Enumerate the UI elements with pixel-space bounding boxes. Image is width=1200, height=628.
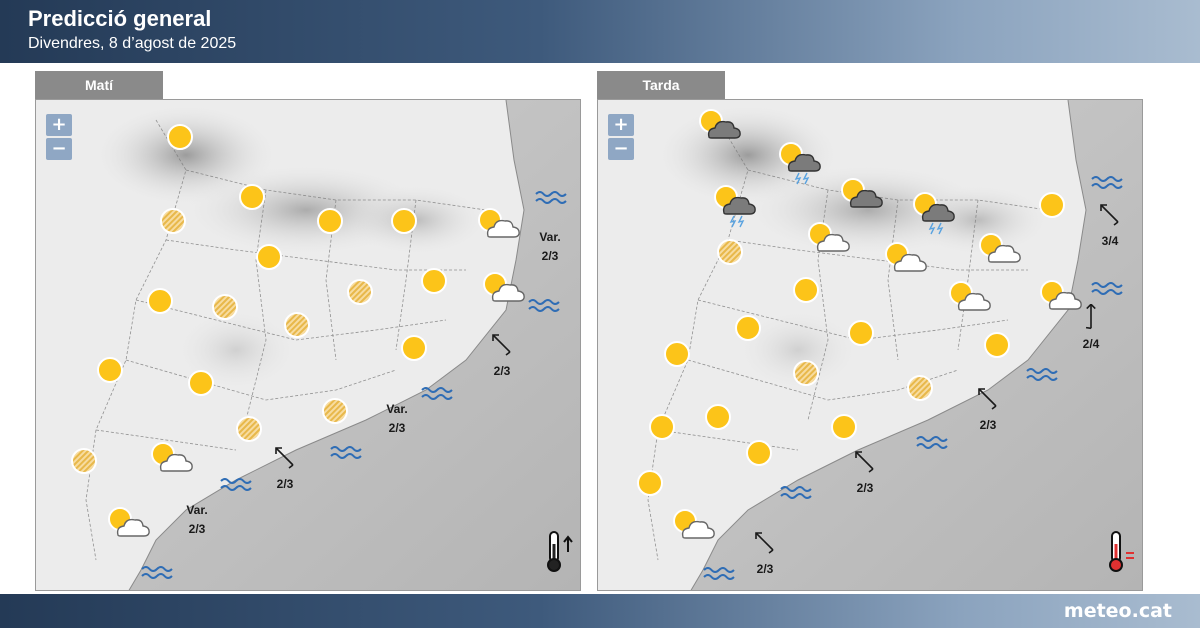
haze-icon[interactable] [320, 396, 350, 431]
partly-cloudy-icon[interactable] [476, 208, 522, 247]
sea-waves-icon [421, 385, 453, 406]
partly-cloudy-icon[interactable] [671, 509, 717, 548]
sea-waves-icon [703, 565, 735, 586]
zoom-out-button[interactable]: − [46, 138, 72, 160]
rain-storm-icon[interactable] [911, 192, 957, 241]
wind-speed-label: 2/3 [188, 522, 206, 536]
wind-direction-label: Var. [539, 230, 561, 244]
wind-direction-label: Var. [386, 402, 408, 416]
page-title: Predicció general [28, 6, 212, 31]
sun-icon[interactable] [237, 182, 267, 217]
zoom-in-button[interactable]: + [46, 114, 72, 136]
wind-arrow-icon [489, 331, 515, 362]
sun-icon[interactable] [744, 438, 774, 473]
sea-waves-icon [535, 189, 567, 210]
partly-cloudy-icon[interactable] [947, 281, 993, 320]
zoom-out-button[interactable]: − [608, 138, 634, 160]
sun-icon[interactable] [95, 355, 125, 390]
forecast-panel-afternoon: Tarda + − 3/4 2/4 2/3 2/3 2/3 [597, 71, 1143, 591]
partly-cloudy-icon[interactable] [106, 507, 152, 546]
sun-icon[interactable] [982, 330, 1012, 365]
sea-waves-icon [141, 564, 173, 585]
sun-icon[interactable] [186, 368, 216, 403]
wind-speed-label: 3/4 [1101, 234, 1119, 248]
wind-arrow-icon [1097, 201, 1123, 232]
rain-storm-icon[interactable] [777, 142, 823, 191]
sea-waves-icon [780, 484, 812, 505]
sun-icon[interactable] [419, 266, 449, 301]
wind-speed-label: 2/3 [756, 562, 774, 576]
wind-speed-label: 2/4 [1082, 337, 1100, 351]
wind-arrow-icon [752, 529, 778, 560]
wind-arrow-icon [1078, 303, 1104, 335]
page-subtitle: Divendres, 8 d’agost de 2025 [28, 35, 237, 52]
wind-speed-label: 2/3 [979, 418, 997, 432]
sea-waves-icon [1026, 366, 1058, 387]
wind-speed-label: 2/3 [493, 364, 511, 378]
map-morning[interactable]: + − Var. 2/3 Var. 2/3 Var. 2/3 2/3 2/3 [35, 99, 581, 591]
partly-cloudy-icon[interactable] [977, 233, 1023, 272]
haze-icon[interactable] [69, 446, 99, 481]
haze-icon[interactable] [210, 292, 240, 327]
sea-waves-icon [916, 434, 948, 455]
sun-icon[interactable] [145, 286, 175, 321]
wind-direction-label: Var. [186, 503, 208, 517]
sun-icon[interactable] [1037, 190, 1067, 225]
sea-waves-icon [1091, 280, 1123, 301]
partly-cloudy-icon[interactable] [883, 242, 929, 281]
sun-icon[interactable] [399, 333, 429, 368]
wind-speed-label: 2/3 [388, 421, 406, 435]
partly-cloudy-icon[interactable] [806, 222, 852, 261]
sea-waves-icon [220, 476, 252, 497]
sea-waves-icon [330, 444, 362, 465]
wind-speed-label: 2/3 [541, 249, 559, 263]
brand-logo[interactable]: meteo.cat [1064, 600, 1172, 622]
temperature-trend-icon [1106, 530, 1138, 579]
sun-icon[interactable] [733, 313, 763, 348]
sun-icon[interactable] [165, 122, 195, 157]
sun-icon[interactable] [389, 206, 419, 241]
zoom-controls: + − [608, 114, 634, 162]
rain-storm-icon[interactable] [712, 185, 758, 234]
sun-icon[interactable] [315, 206, 345, 241]
sun-icon[interactable] [254, 242, 284, 277]
zoom-in-button[interactable]: + [608, 114, 634, 136]
haze-icon[interactable] [905, 373, 935, 408]
wind-arrow-icon [272, 444, 298, 475]
haze-icon[interactable] [345, 277, 375, 312]
sun-icon[interactable] [635, 468, 665, 503]
sun-icon[interactable] [846, 318, 876, 353]
haze-icon[interactable] [715, 237, 745, 272]
sun-icon[interactable] [829, 412, 859, 447]
haze-icon[interactable] [791, 358, 821, 393]
sun-icon[interactable] [703, 402, 733, 437]
sea-waves-icon [528, 297, 560, 318]
wind-speed-label: 2/3 [856, 481, 874, 495]
sun-icon[interactable] [662, 339, 692, 374]
tab-morning[interactable]: Matí [35, 71, 163, 99]
sun-icon[interactable] [791, 275, 821, 310]
cloudy-icon[interactable] [697, 109, 743, 148]
header-banner: Predicció general Divendres, 8 d’agost d… [0, 0, 1200, 63]
haze-icon[interactable] [234, 414, 264, 449]
partly-cloudy-icon[interactable] [149, 442, 195, 481]
tab-afternoon[interactable]: Tarda [597, 71, 725, 99]
map-afternoon[interactable]: + − 3/4 2/4 2/3 2/3 2/3 [597, 99, 1143, 591]
haze-icon[interactable] [282, 310, 312, 345]
haze-icon[interactable] [158, 206, 188, 241]
cloudy-icon[interactable] [839, 178, 885, 217]
sun-icon[interactable] [647, 412, 677, 447]
forecast-panel-morning: Matí + − Var. 2/3 Var. 2/3 Var. 2/3 2/3 … [35, 71, 581, 591]
footer-banner: meteo.cat [0, 594, 1200, 628]
zoom-controls: + − [46, 114, 72, 162]
wind-arrow-icon [852, 448, 878, 479]
wind-arrow-icon [975, 385, 1001, 416]
partly-cloudy-icon[interactable] [481, 272, 527, 311]
wind-speed-label: 2/3 [276, 477, 294, 491]
sea-waves-icon [1091, 174, 1123, 195]
temperature-trend-icon [544, 530, 576, 579]
